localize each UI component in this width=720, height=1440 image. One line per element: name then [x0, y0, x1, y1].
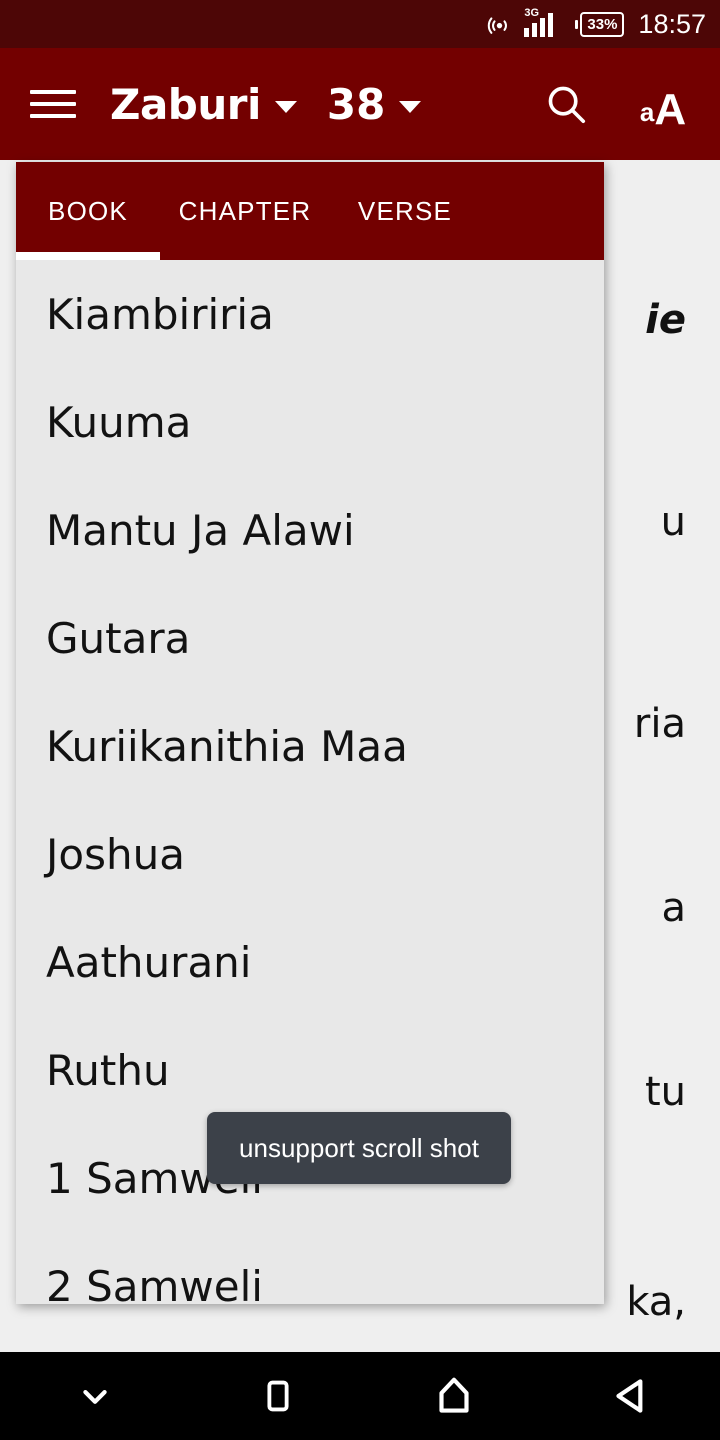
chapter-number-label[interactable]: 38	[327, 80, 385, 129]
battery-icon: 33%	[575, 11, 625, 37]
text-size-icon[interactable]: a A	[628, 76, 698, 132]
hotspot-icon	[486, 11, 513, 38]
list-item[interactable]: Kuriikanithia Maa	[16, 692, 604, 800]
list-item[interactable]: Aathurani	[16, 908, 604, 1016]
hamburger-line-1	[30, 90, 76, 94]
list-item[interactable]: Kuuma	[16, 368, 604, 476]
signal-bar-2	[532, 23, 538, 37]
list-item[interactable]: Kiambiriria	[16, 260, 604, 368]
hide-nav-icon[interactable]	[0, 1352, 190, 1440]
app-bar: Zaburi 38 a A	[0, 48, 720, 160]
signal-3g-icon: 3G	[524, 7, 564, 39]
picker-tab-bar: BOOK CHAPTER VERSE	[16, 162, 604, 260]
status-bar: 3G 33% 18:57	[0, 0, 720, 48]
list-item[interactable]: Joshua	[16, 800, 604, 908]
text-size-small-a: a	[639, 97, 655, 127]
status-bar-clock: 18:57	[638, 8, 706, 39]
list-item[interactable]: 2 Samweli	[16, 1232, 604, 1305]
system-navigation-bar	[0, 1352, 720, 1440]
signal-bar-4	[548, 13, 554, 37]
hamburger-line-3	[30, 114, 76, 118]
toast-message: unsupport scroll shot	[207, 1112, 511, 1184]
recents-icon[interactable]	[190, 1352, 365, 1440]
hamburger-menu-icon[interactable]	[30, 84, 76, 124]
network-type-label: 3G	[524, 7, 540, 19]
tab-verse[interactable]: VERSE	[330, 196, 480, 227]
list-item[interactable]: Gutara	[16, 584, 604, 692]
phone-screen: 3G 33% 18:57 Zaburi 38 a A ie u ria a tu…	[0, 0, 720, 1440]
caret-down-icon-book[interactable]	[274, 101, 297, 113]
book-name-label[interactable]: Zaburi	[110, 80, 261, 129]
active-tab-indicator	[16, 252, 160, 260]
tab-book[interactable]: BOOK	[16, 196, 160, 227]
battery-terminal	[575, 19, 579, 29]
search-icon[interactable]	[538, 76, 594, 132]
hamburger-line-2	[30, 102, 76, 106]
list-item[interactable]: Mantu Ja Alawi	[16, 476, 604, 584]
back-icon[interactable]	[543, 1352, 720, 1440]
list-item[interactable]: Ruthu	[16, 1016, 604, 1124]
caret-down-icon-chapter[interactable]	[399, 101, 422, 113]
signal-bar-1	[524, 28, 530, 37]
battery-percent-label: 33%	[587, 15, 618, 33]
tab-chapter[interactable]: CHAPTER	[160, 196, 330, 227]
signal-bar-3	[540, 18, 546, 37]
home-icon[interactable]	[365, 1352, 543, 1440]
text-size-big-a: A	[654, 85, 687, 134]
battery-body: 33%	[580, 11, 625, 37]
